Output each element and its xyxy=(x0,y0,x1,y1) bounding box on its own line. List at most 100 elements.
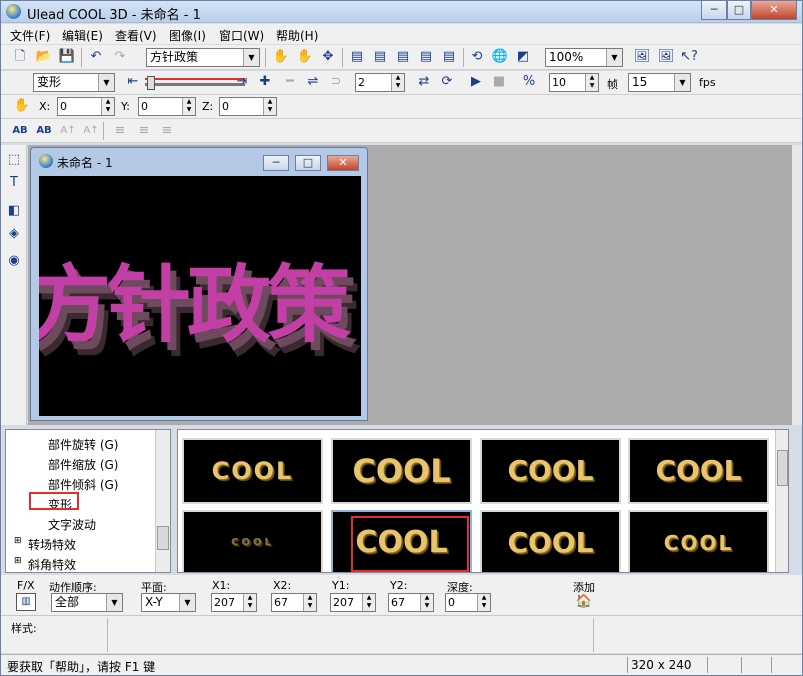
status-help-text: 要获取「帮助」，请按 F1 键 xyxy=(7,660,156,674)
x2-spin[interactable]: 67 ▲ ▼ xyxy=(271,593,317,612)
frames-spin[interactable]: 10 ▲ ▼ xyxy=(549,73,599,92)
last-key-icon[interactable]: ⇥ xyxy=(233,73,251,91)
view-front-icon[interactable]: ▤ xyxy=(348,48,366,66)
select-tool-icon[interactable]: ⬚ xyxy=(5,151,23,169)
frame-label: 帧 xyxy=(607,78,618,91)
zoom-combo[interactable]: 100% ▼ xyxy=(545,48,623,67)
minimize-button[interactable]: ─ xyxy=(701,1,727,20)
x-spin[interactable]: 0 ▲ ▼ xyxy=(57,97,115,116)
y1-spin[interactable]: 207 ▲ ▼ xyxy=(330,593,376,612)
tree-item[interactable]: 部件倾斜 (G) xyxy=(48,476,118,493)
text-combo[interactable]: 方针政策 ▼ xyxy=(146,48,260,67)
char-spacing-icon-2[interactable]: AB xyxy=(35,122,53,140)
view-back-icon[interactable]: ▤ xyxy=(371,48,389,66)
doc-close-button[interactable]: ✕ xyxy=(327,155,359,171)
remove-key-icon[interactable]: ━ xyxy=(281,73,299,91)
undo-icon[interactable]: ↶ xyxy=(87,48,105,66)
effect-thumb[interactable]: COOL xyxy=(628,438,769,504)
reverse-icon[interactable]: ⊃ xyxy=(327,73,345,91)
effect-thumb[interactable]: COOL xyxy=(628,510,769,572)
menu-edit[interactable]: 编辑(E) xyxy=(62,27,103,44)
align-left-icon[interactable]: ≡ xyxy=(111,122,129,140)
view-left-icon[interactable]: ▤ xyxy=(394,48,412,66)
frame-spin[interactable]: 2 ▲ ▼ xyxy=(355,73,405,92)
doc-minimize-button[interactable]: ─ xyxy=(263,155,289,171)
menu-image[interactable]: 图像(I) xyxy=(169,27,206,44)
save-icon[interactable]: 💾 xyxy=(58,48,76,66)
menu-window[interactable]: 窗口(W) xyxy=(219,27,264,44)
export-icon[interactable]: 🖼 xyxy=(633,48,651,66)
text-toolbar: AB AB A↑ A↑ ≡ ≡ ≡ xyxy=(1,119,802,143)
depth-spin[interactable]: 0 ▲ ▼ xyxy=(445,593,491,612)
render-canvas[interactable]: 方针政策 xyxy=(39,176,361,416)
context-help-icon[interactable]: ↖? xyxy=(680,48,698,66)
open-folder-icon[interactable]: 📂 xyxy=(35,48,53,66)
y-spin[interactable]: 0 ▲ ▼ xyxy=(138,97,196,116)
percent-icon[interactable]: % xyxy=(520,73,538,91)
fx-label: F/X xyxy=(17,579,35,592)
y2-spin[interactable]: 67 ▲ ▼ xyxy=(388,593,434,612)
menu-help[interactable]: 帮助(H) xyxy=(276,27,318,44)
render-icon[interactable]: 🖼 xyxy=(657,48,675,66)
new-file-icon[interactable]: 🗋 xyxy=(11,48,29,66)
stop-icon[interactable]: ■ xyxy=(490,73,508,91)
expand-icon[interactable]: ⊞ xyxy=(14,556,22,566)
workspace-scrollbar[interactable] xyxy=(792,145,802,425)
tree-item[interactable]: 部件旋转 (G) xyxy=(48,436,118,453)
add-preset-icon[interactable]: 🏠 xyxy=(575,593,593,611)
effect-combo[interactable]: 变形 ▼ xyxy=(33,73,115,92)
expand-icon[interactable]: ⊞ xyxy=(14,536,22,546)
redo-icon[interactable]: ↷ xyxy=(111,48,129,66)
tree-item[interactable]: 部件缩放 (G) xyxy=(48,456,118,473)
gallery-scrollbar[interactable] xyxy=(775,430,788,572)
doc-maximize-button[interactable]: □ xyxy=(295,155,321,171)
view-top-icon[interactable]: ▤ xyxy=(440,48,458,66)
effect-thumb[interactable]: COOL xyxy=(182,510,323,572)
align-right-icon[interactable]: ≡ xyxy=(158,122,176,140)
effect-thumb[interactable]: COOL xyxy=(480,438,621,504)
tree-scrollbar[interactable] xyxy=(155,430,170,572)
rotate-icon[interactable]: ⟲ xyxy=(468,48,486,66)
shape-tool-icon[interactable]: ◈ xyxy=(5,225,23,243)
effect-thumb[interactable]: COOL xyxy=(182,438,323,504)
fps-combo[interactable]: 15 ▼ xyxy=(628,73,691,92)
text-tool-icon[interactable]: T xyxy=(5,174,23,192)
plane-combo[interactable]: X-Y ▼ xyxy=(141,593,196,612)
line-spacing-icon[interactable]: A↑ xyxy=(59,122,77,140)
first-key-icon[interactable]: ⇤ xyxy=(124,73,142,91)
document-window: 未命名 - 1 ─ □ ✕ 方针政策 xyxy=(30,147,368,421)
maximize-button[interactable]: □ xyxy=(727,1,751,20)
rotate-hand-icon[interactable]: ✋ xyxy=(296,48,314,66)
char-spacing-icon[interactable]: AB xyxy=(11,122,29,140)
add-key-icon[interactable]: ✚ xyxy=(256,73,274,91)
globe-icon[interactable]: 🌐 xyxy=(491,48,509,66)
align-center-icon[interactable]: ≡ xyxy=(135,122,153,140)
loop-icon[interactable]: ⇄ xyxy=(415,73,433,91)
tree-item[interactable]: 文字波动 xyxy=(48,516,96,533)
app-icon xyxy=(6,4,21,19)
z-spin[interactable]: 0 ▲ ▼ xyxy=(219,97,277,116)
menu-view[interactable]: 查看(V) xyxy=(115,27,157,44)
properties-bar: F/X ▥ 动作顺序: 全部 ▼ 平面: X-Y ▼ X1: 207 ▲ ▼ X2: 6… xyxy=(1,575,802,615)
order-combo[interactable]: 全部 ▼ xyxy=(51,593,123,612)
repeat-icon[interactable]: ⟳ xyxy=(438,73,456,91)
line-spacing-icon-2[interactable]: A↑ xyxy=(82,122,100,140)
effect-thumb[interactable]: COOL xyxy=(480,510,621,572)
tree-item[interactable]: 转场特效 xyxy=(28,536,76,553)
view-right-icon[interactable]: ▤ xyxy=(417,48,435,66)
swap-key-icon[interactable]: ⇌ xyxy=(304,73,322,91)
light-tool-icon[interactable]: ◉ xyxy=(5,252,23,270)
menu-file[interactable]: 文件(F) xyxy=(10,27,50,44)
hand-icon[interactable]: ✋ xyxy=(272,48,290,66)
tree-item[interactable]: 斜角特效 xyxy=(28,556,76,573)
object-tool-icon[interactable]: ◧ xyxy=(5,202,23,220)
close-button[interactable]: ✕ xyxy=(751,1,797,20)
style-label: 样式: xyxy=(11,622,37,635)
chart-icon[interactable]: ◩ xyxy=(514,48,532,66)
position-hand-icon[interactable]: ✋ xyxy=(13,97,31,115)
play-icon[interactable]: ▶ xyxy=(467,73,485,91)
x1-spin[interactable]: 207 ▲ ▼ xyxy=(211,593,257,612)
move-icon[interactable]: ✥ xyxy=(319,48,337,66)
fx-toggle-icon[interactable]: ▥ xyxy=(16,593,36,611)
effect-thumb[interactable]: COOL xyxy=(331,438,472,504)
